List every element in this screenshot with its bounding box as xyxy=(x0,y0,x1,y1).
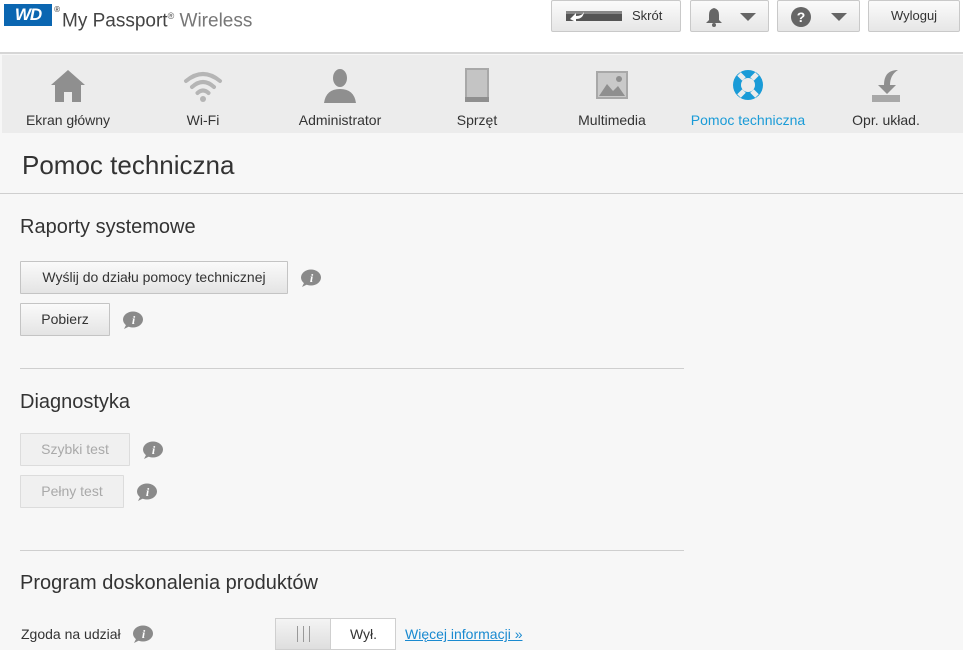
top-bar: WD ® My Passport® Wireless Skrót ? Wylog… xyxy=(0,0,963,52)
logout-label: Wyloguj xyxy=(890,8,938,23)
logout-button[interactable]: Wyloguj xyxy=(868,0,960,32)
toggle-knob[interactable] xyxy=(276,619,331,649)
nav-label-admin: Administrator xyxy=(298,112,382,128)
consent-toggle[interactable]: Wył. xyxy=(275,618,396,650)
info-icon[interactable]: i xyxy=(300,269,322,287)
drive-icon xyxy=(465,68,489,102)
nav-label-hardware: Sprzęt xyxy=(456,112,498,128)
product-name: My Passport® Wireless xyxy=(62,4,252,33)
brand-name: My Passport xyxy=(62,10,168,32)
toggle-state: Wył. xyxy=(349,626,378,642)
full-test-button[interactable]: Pełny test xyxy=(20,475,124,508)
nav-item-hardware[interactable]: Sprzęt xyxy=(411,55,543,133)
nav-item-firmware[interactable]: Opr. układ. xyxy=(820,55,952,133)
help-button[interactable]: ? xyxy=(777,0,860,32)
nav-label-wifi: Wi-Fi xyxy=(186,112,220,128)
svg-text:?: ? xyxy=(797,9,806,25)
home-icon xyxy=(51,70,85,102)
nav-item-wifi[interactable]: Wi-Fi xyxy=(137,55,269,133)
wd-logo-tm: ® xyxy=(54,5,60,14)
brand-reg: ® xyxy=(167,11,175,21)
question-circle-icon: ? xyxy=(791,7,811,27)
nav-label-multimedia: Multimedia xyxy=(578,112,646,128)
send-to-support-button[interactable]: Wyślij do działu pomocy technicznej xyxy=(20,261,288,294)
nav-label-support: Pomoc techniczna xyxy=(690,112,806,128)
nav-item-home[interactable]: Ekran główny xyxy=(2,55,134,133)
download-report-button[interactable]: Pobierz xyxy=(20,303,110,336)
title-divider xyxy=(0,193,963,194)
shortcut-drive-icon xyxy=(566,11,622,22)
wd-logo: WD ® xyxy=(4,4,60,26)
section-divider xyxy=(20,550,684,551)
wd-logo-text: WD xyxy=(14,5,42,24)
user-icon xyxy=(324,69,356,103)
section-title-reports: Raporty systemowe xyxy=(20,216,196,238)
lifebuoy-icon xyxy=(733,70,763,100)
nav-item-support[interactable]: Pomoc techniczna xyxy=(680,55,816,133)
topbar-divider xyxy=(0,52,963,54)
info-icon[interactable]: i xyxy=(142,441,164,459)
nav-label-firmware: Opr. układ. xyxy=(852,112,920,128)
info-icon[interactable]: i xyxy=(122,311,144,329)
notifications-button[interactable] xyxy=(690,0,769,32)
main-nav: Ekran główny Wi-Fi Administrator Sprzęt xyxy=(2,55,963,133)
nav-item-multimedia[interactable]: Multimedia xyxy=(547,55,677,133)
consent-label: Zgoda na udział xyxy=(21,626,121,642)
bell-icon xyxy=(706,8,722,27)
section-title-diagnostics: Diagnostyka xyxy=(20,391,131,413)
shortcut-button[interactable]: Skrót xyxy=(551,0,681,32)
wifi-icon xyxy=(184,72,222,102)
info-icon[interactable]: i xyxy=(136,483,158,501)
chevron-down-icon xyxy=(740,13,756,21)
more-info-link[interactable]: Więcej informacji » xyxy=(405,626,522,642)
brand-product: Wireless xyxy=(179,10,253,32)
section-title-program: Program doskonalenia produktów xyxy=(20,572,318,594)
nav-label-home: Ekran główny xyxy=(25,112,111,128)
chevron-down-icon xyxy=(831,13,847,21)
nav-item-admin[interactable]: Administrator xyxy=(274,55,406,133)
section-divider xyxy=(20,368,684,369)
image-icon xyxy=(596,71,628,99)
info-icon[interactable]: i xyxy=(132,625,154,643)
page-title: Pomoc techniczna xyxy=(22,150,235,180)
quick-test-button[interactable]: Szybki test xyxy=(20,433,130,466)
shortcut-label: Skrót xyxy=(632,8,663,23)
firmware-download-icon xyxy=(872,70,900,102)
